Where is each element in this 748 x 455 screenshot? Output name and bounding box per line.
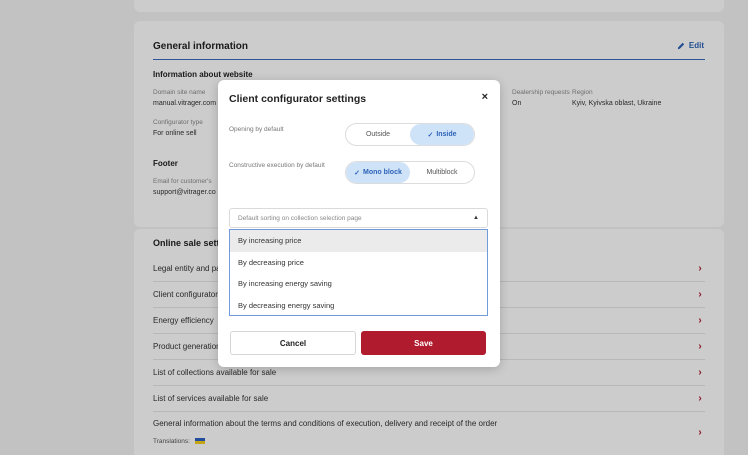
opening-option-outside[interactable]: Outside bbox=[346, 124, 410, 145]
opening-option-label: Outside bbox=[365, 131, 391, 138]
check-icon: ✓ bbox=[427, 131, 434, 139]
execution-option-mono[interactable]: ✓ Mono block bbox=[346, 162, 410, 183]
sorting-dropdown: By increasing price By decreasing price … bbox=[229, 229, 488, 316]
execution-label: Constructive execution by default bbox=[229, 162, 325, 169]
modal-title: Client configurator settings bbox=[229, 93, 367, 105]
caret-up-icon: ▲ bbox=[473, 215, 479, 221]
check-icon: ✓ bbox=[354, 169, 360, 177]
opening-option-label: Inside bbox=[436, 131, 457, 138]
sorting-placeholder: Default sorting on collection selection … bbox=[238, 214, 362, 222]
opening-label: Opening by default bbox=[229, 126, 284, 133]
execution-option-label: Multiblock bbox=[426, 169, 458, 176]
sorting-option[interactable]: By increasing price bbox=[230, 230, 487, 252]
sorting-option[interactable]: By decreasing price bbox=[230, 252, 487, 274]
sorting-select[interactable]: Default sorting on collection selection … bbox=[229, 208, 488, 228]
execution-option-label: Mono block bbox=[362, 169, 402, 176]
client-configurator-modal: Client configurator settings × Opening b… bbox=[218, 80, 500, 367]
cancel-button[interactable]: Cancel bbox=[230, 331, 356, 355]
execution-option-multi[interactable]: Multiblock bbox=[410, 162, 474, 183]
sorting-option[interactable]: By increasing energy saving bbox=[230, 273, 487, 295]
save-button[interactable]: Save bbox=[361, 331, 486, 355]
opening-toggle: Outside ✓ Inside bbox=[345, 123, 475, 146]
opening-option-inside[interactable]: ✓ Inside bbox=[410, 124, 474, 145]
sorting-option[interactable]: By decreasing energy saving bbox=[230, 295, 487, 317]
close-icon[interactable]: × bbox=[482, 91, 488, 103]
execution-toggle: ✓ Mono block Multiblock bbox=[345, 161, 475, 184]
